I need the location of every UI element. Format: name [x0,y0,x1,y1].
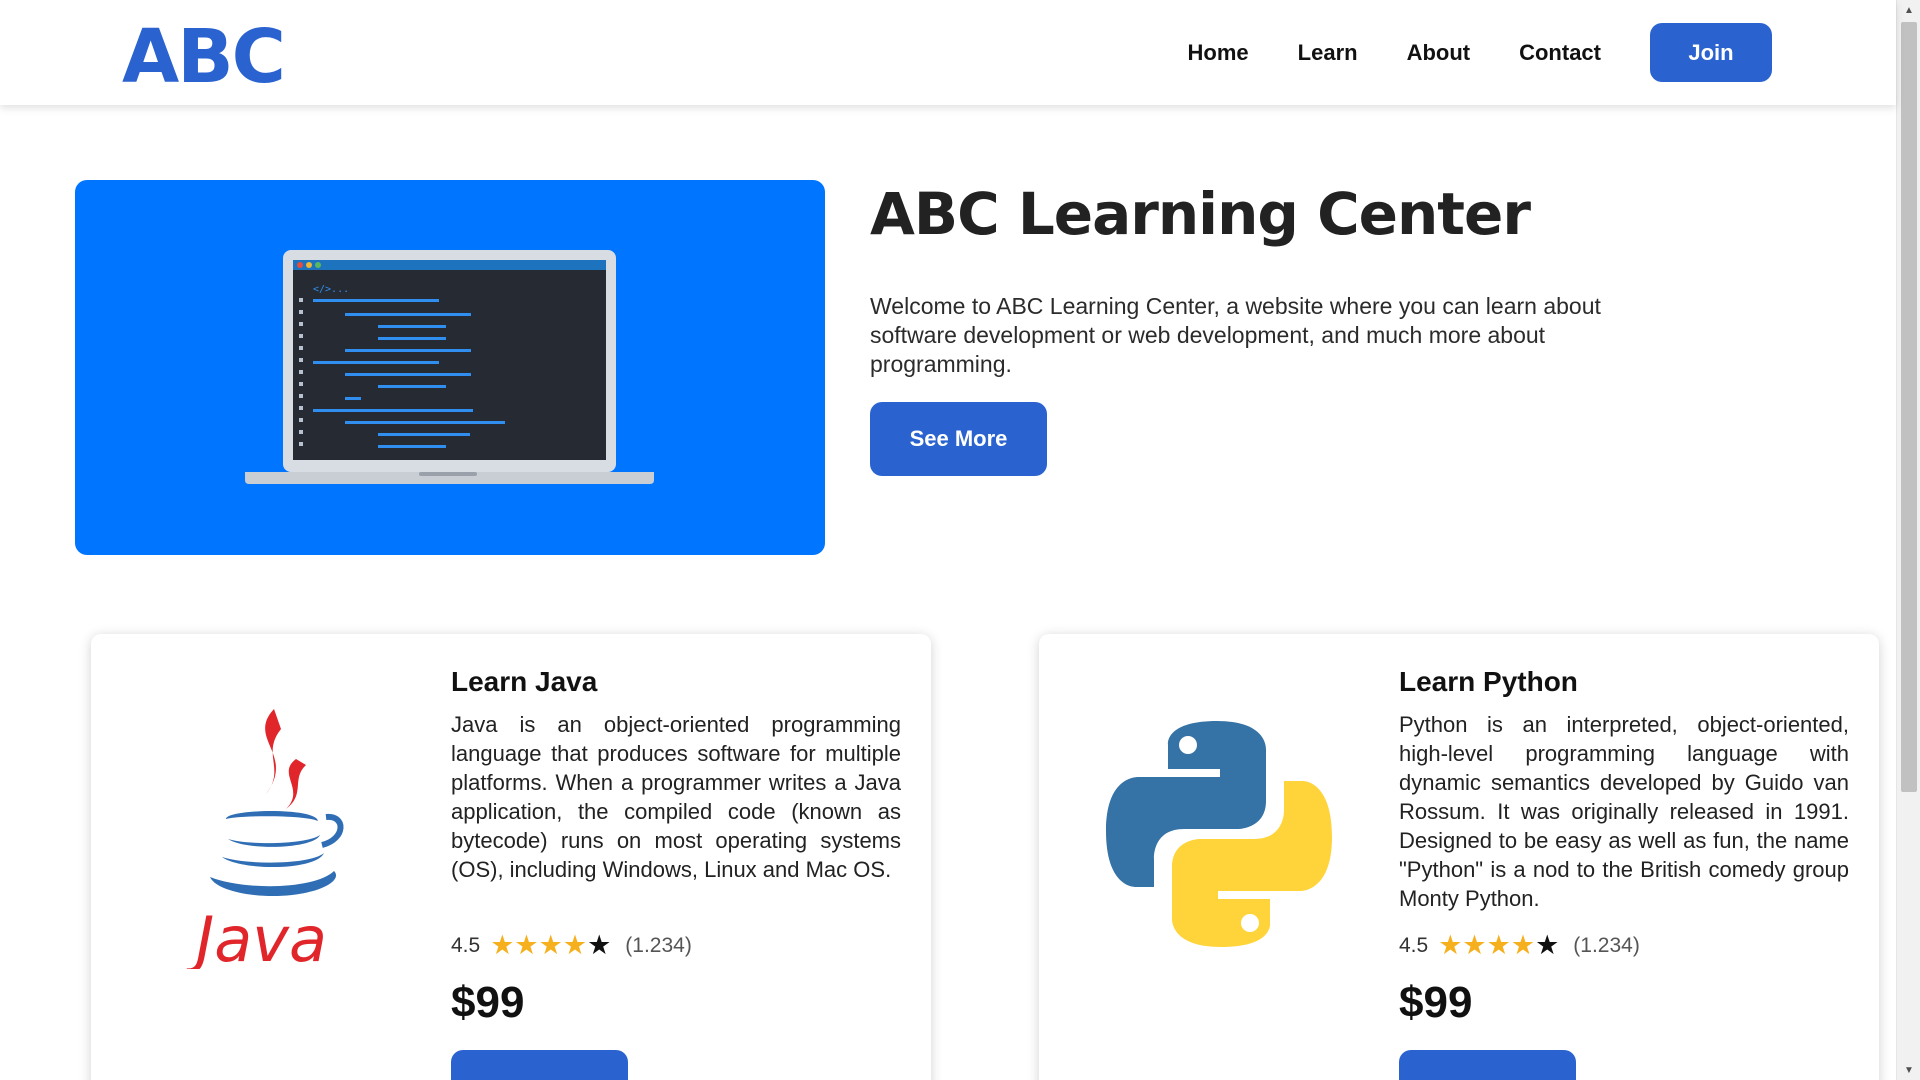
course-action-button[interactable] [1399,1050,1576,1080]
page-scrollbar[interactable]: ▲ ▼ [1896,0,1920,1080]
nav-learn-link[interactable]: Learn [1298,40,1358,66]
code-tag-text: </>... [313,284,349,295]
hero-title: ABC Learning Center [870,180,1531,248]
laptop-code-icon: </>... [245,250,654,484]
nav-contact-link[interactable]: Contact [1519,40,1601,66]
nav-links: Home Learn About Contact Join [1188,23,1772,82]
course-card-java: Java Learn Java Java is an object-orient… [91,634,931,1080]
python-icon [1106,721,1332,947]
nav-about-link[interactable]: About [1407,40,1471,66]
course-action-button[interactable] [451,1050,628,1080]
course-title: Learn Python [1399,666,1578,697]
star-icon: ★ [562,930,588,960]
course-title: Learn Java [451,666,598,697]
join-button[interactable]: Join [1650,23,1772,82]
nav-home-link[interactable]: Home [1188,40,1249,66]
see-more-button[interactable]: See More [870,402,1047,476]
site-logo[interactable]: ABC [122,14,286,100]
java-icon: Java [186,709,344,969]
star-icon: ★ [1438,930,1463,960]
star-icon: ★ [538,930,563,960]
scroll-down-icon[interactable]: ▼ [1897,1060,1920,1080]
rating-value: 4.5 [451,933,481,957]
course-rating: 4.5 ★ ★ ★ ★ ★ (1.234) [1399,932,1640,959]
star-icon: ★ [1462,930,1487,960]
python-logo [1039,634,1399,1034]
star-icon: ★ [1510,930,1536,960]
rating-value: 4.5 [1399,933,1429,957]
star-icon: ★ [490,930,515,960]
top-navbar: ABC Home Learn About Contact Join [0,0,1896,105]
rating-count: (1.234) [625,933,692,957]
scrollbar-thumb[interactable] [1901,22,1917,792]
star-icon: ★ [514,930,539,960]
star-rating: ★ ★ ★ ★ ★ [490,932,611,959]
course-description: Python is an interpreted, object-oriente… [1399,712,1849,911]
star-icon: ★ [1486,930,1511,960]
course-price: $99 [1399,978,1473,1027]
course-description: Java is an object-oriented programming l… [451,712,901,882]
course-rating: 4.5 ★ ★ ★ ★ ★ (1.234) [451,932,692,959]
course-price: $99 [451,978,525,1027]
java-logo-text: Java [186,903,327,969]
star-icon: ★ [587,930,612,960]
star-rating: ★ ★ ★ ★ ★ [1438,932,1559,959]
hero-illustration: </>... [75,180,825,555]
rating-count: (1.234) [1573,933,1640,957]
hero-description: Welcome to ABC Learning Center, a websit… [870,293,1601,377]
course-card-python: Learn Python Python is an interpreted, o… [1039,634,1879,1080]
java-logo: Java [91,634,451,1034]
star-icon: ★ [1535,930,1560,960]
scroll-up-icon[interactable]: ▲ [1897,0,1920,20]
